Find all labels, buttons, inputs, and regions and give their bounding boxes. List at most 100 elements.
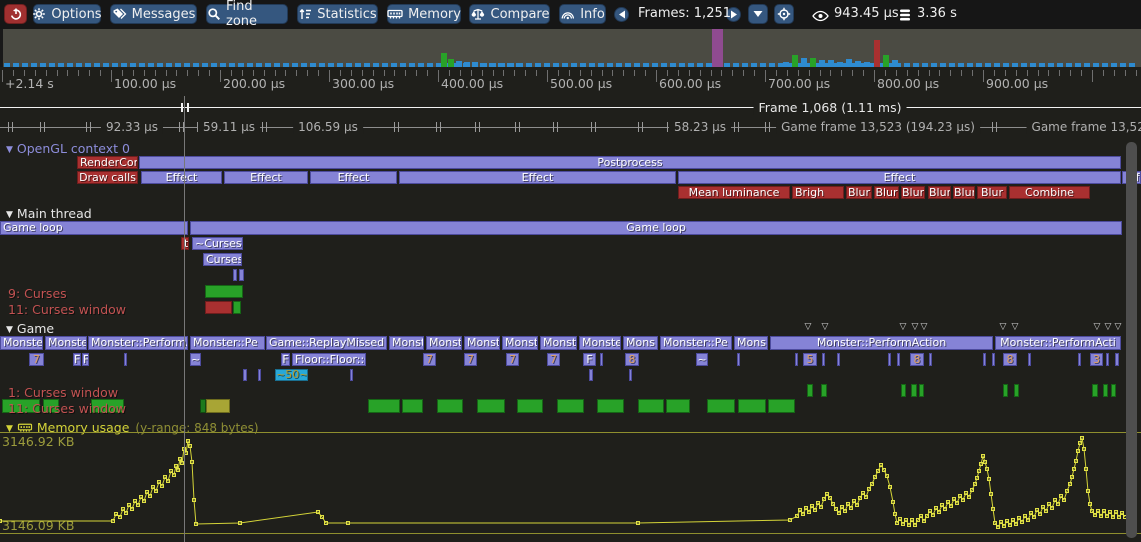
zone[interactable]: Monste <box>0 336 43 350</box>
zone[interactable] <box>888 353 891 366</box>
zone[interactable]: Monster::PerformActi <box>995 336 1121 350</box>
zone[interactable] <box>205 285 243 298</box>
zone[interactable] <box>638 399 664 413</box>
zone[interactable] <box>437 399 463 413</box>
zone[interactable]: 3 <box>1090 353 1103 366</box>
zone[interactable] <box>1092 384 1098 397</box>
zone[interactable] <box>477 399 505 413</box>
zone[interactable]: Blur <box>928 186 951 199</box>
zone[interactable]: Monst <box>464 336 500 350</box>
message-marker-icon[interactable]: ▽ <box>1012 323 1019 332</box>
zone[interactable]: Monste <box>540 336 577 350</box>
thread-header-opengl-context-0[interactable]: ▼ OpenGL context 0 <box>6 141 130 156</box>
find-zone-button[interactable]: Find zone <box>206 4 288 24</box>
zone[interactable]: Blur <box>846 186 872 199</box>
target-button[interactable] <box>774 4 794 24</box>
message-marker-icon[interactable]: ▽ <box>805 323 812 332</box>
zone[interactable] <box>629 369 632 381</box>
zone[interactable] <box>992 353 995 366</box>
thread-header-main-thread[interactable]: ▼ Main thread <box>6 206 92 221</box>
zone[interactable] <box>517 399 543 413</box>
message-marker-icon[interactable]: ▽ <box>822 323 829 332</box>
power-button[interactable] <box>4 4 27 24</box>
message-marker-icon[interactable]: ▽ <box>912 323 919 332</box>
zone[interactable] <box>258 369 261 381</box>
zone[interactable] <box>1028 353 1031 366</box>
zone[interactable]: Blur <box>953 186 975 199</box>
info-button[interactable]: Info <box>559 4 606 24</box>
zone[interactable] <box>205 301 232 314</box>
zone[interactable] <box>1106 353 1109 366</box>
zone[interactable] <box>821 384 827 397</box>
zone[interactable]: Mons <box>623 336 658 350</box>
zone[interactable] <box>1003 384 1008 397</box>
message-marker-icon[interactable]: ▽ <box>1115 323 1122 332</box>
zone[interactable]: Monster::PerformA <box>88 336 188 350</box>
zone[interactable]: 7 <box>423 353 436 366</box>
zone[interactable]: Mean luminance <box>678 186 790 199</box>
caret-left-button[interactable] <box>614 7 629 22</box>
zone[interactable]: Monst <box>389 336 424 350</box>
thread-header-game-thread[interactable]: ▼ Game <box>6 321 54 336</box>
zone[interactable]: Game loop <box>0 221 188 235</box>
zone[interactable]: F <box>583 353 596 366</box>
zone[interactable] <box>1014 384 1019 397</box>
zone[interactable] <box>600 353 603 366</box>
message-marker-icon[interactable]: ▽ <box>1000 323 1007 332</box>
zone[interactable]: Monst <box>426 336 462 350</box>
message-marker-icon[interactable]: ▽ <box>1105 323 1112 332</box>
zone[interactable]: Effect <box>310 171 397 184</box>
zone[interactable] <box>557 399 584 413</box>
zone[interactable] <box>897 353 900 366</box>
zone[interactable] <box>206 399 230 413</box>
frames-overview[interactable] <box>0 29 1141 67</box>
zone[interactable]: Combine <box>1009 186 1090 199</box>
zone[interactable]: 7 <box>464 353 477 366</box>
zone[interactable]: ~Curses <box>192 237 243 250</box>
zone[interactable] <box>795 353 798 366</box>
zone[interactable] <box>1078 353 1081 366</box>
zone[interactable]: 5 <box>803 353 817 366</box>
zone[interactable] <box>901 384 906 397</box>
zone[interactable]: Effect <box>399 171 676 184</box>
zone[interactable] <box>239 269 244 281</box>
zone[interactable] <box>243 369 247 381</box>
zone[interactable]: 7 <box>506 353 519 366</box>
zone[interactable]: Floor::Floor::Calc <box>292 353 366 366</box>
zone[interactable]: F <box>73 353 81 366</box>
zone[interactable]: Monste <box>579 336 621 350</box>
zone[interactable]: Postprocess <box>139 156 1121 169</box>
zone[interactable] <box>919 384 924 397</box>
zone[interactable] <box>233 269 237 281</box>
zone[interactable]: 8 <box>910 353 924 366</box>
zone[interactable] <box>402 399 423 413</box>
zone[interactable] <box>822 353 825 366</box>
options-button[interactable]: Options <box>33 4 101 24</box>
zone[interactable]: Monst <box>502 336 538 350</box>
collapse-triangle-icon[interactable]: ▼ <box>6 145 13 155</box>
compare-button[interactable]: Compare <box>469 4 550 24</box>
zone[interactable]: Draw calls <box>77 171 138 184</box>
zone[interactable]: 7 <box>29 353 44 366</box>
memory-button[interactable]: Memory <box>387 4 461 24</box>
zone[interactable] <box>350 369 353 381</box>
zone[interactable]: Effect <box>141 171 222 184</box>
scrollbar-thumb[interactable] <box>1126 142 1137 538</box>
zone[interactable] <box>929 353 932 366</box>
zone[interactable]: Monster::Pe <box>660 336 732 350</box>
collapse-triangle-icon[interactable]: ▼ <box>6 325 13 335</box>
zone[interactable]: Blur <box>874 186 899 199</box>
zone[interactable] <box>737 353 740 366</box>
zone[interactable] <box>707 399 735 413</box>
zone[interactable]: ~ <box>190 353 201 366</box>
zone[interactable] <box>768 399 795 413</box>
zone[interactable]: Curses <box>203 253 242 266</box>
zone[interactable]: Monster::PerformAction <box>770 336 993 350</box>
zone[interactable]: Game loop <box>190 221 1122 235</box>
zone[interactable]: Effect <box>678 171 1121 184</box>
zone[interactable]: 7 <box>547 353 560 366</box>
zone[interactable]: RenderCont <box>77 156 138 169</box>
zone[interactable] <box>368 399 400 413</box>
caret-down-button[interactable] <box>748 4 768 24</box>
zone[interactable] <box>1111 384 1116 397</box>
